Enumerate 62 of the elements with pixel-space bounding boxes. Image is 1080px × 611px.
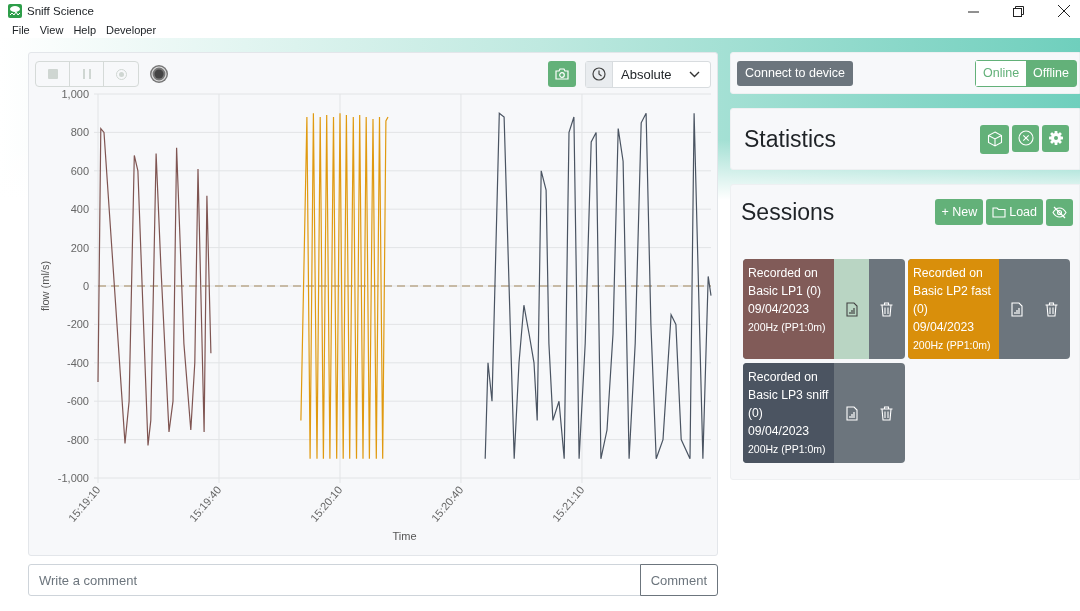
session-card[interactable]: Recorded on Basic LP3 sniff (0) 09/04/2023 200Hz (PP1:0m) [743,363,905,463]
settings-button[interactable] [1042,124,1069,152]
window-title: Sniff Science [27,5,94,17]
session-title: Recorded on Basic LP2 fast (0) [913,265,992,318]
panel-heading: Sessions [741,198,835,226]
session-info: 200Hz (PP1:0m) [748,442,827,457]
caret-icon [689,70,700,78]
session-info: 200Hz (PP1:0m) [748,320,827,335]
cube-icon [986,131,1003,147]
eye-slash-icon [1052,205,1067,219]
report-button[interactable] [834,259,869,359]
close-icon[interactable] [1058,5,1070,17]
axis-title: Time [392,530,417,542]
axis-title: flow (ml/s) [39,260,51,312]
restore-icon[interactable] [1013,5,1024,17]
trash-icon [1045,301,1058,317]
axis-tick-label: 800 [70,126,89,139]
trash-icon [880,301,893,317]
cube-button[interactable] [980,124,1009,154]
axis-tick-label: -600 [66,395,89,408]
stop-icon [47,69,58,79]
comment-field[interactable]: Write a comment [28,564,641,596]
chart-file-icon [1010,301,1023,317]
pause-icon [82,69,91,79]
comment-button[interactable]: Comment [639,564,718,596]
menu-item[interactable]: File [12,24,30,36]
axis-tick-label: -400 [66,356,89,369]
app-logo-icon [8,4,22,18]
settings-icon [1048,131,1063,145]
hide-button[interactable] [1046,198,1073,226]
session-date: 09/04/2023 [748,301,810,318]
axis-tick-label: 200 [70,241,89,254]
axis-tick-label: 600 [70,164,89,177]
camera-icon [555,68,569,80]
axis-tick-label: 0 [82,280,89,292]
select-value: Absolute [621,66,672,82]
axis-tick-label: -800 [66,433,89,446]
session-card[interactable]: Recorded on Basic LP1 (0) 09/04/2023 200Hz (PP1:0m) [743,259,905,359]
session-date: 09/04/2023 [913,319,975,336]
connect-button[interactable]: Connect to device [737,60,854,86]
session-info: 200Hz (PP1:0m) [913,338,992,353]
camera-button[interactable] [548,61,576,87]
chart-file-icon [845,301,858,317]
axis-tick-label: -200 [66,318,89,331]
axis-tick-label: 1,000 [61,88,89,100]
close-circle-icon [1017,130,1034,146]
panel-heading: Statistics [744,125,837,153]
axis-tick-label: 400 [70,203,89,216]
menu-item[interactable]: Help [73,24,96,36]
session-title: Recorded on Basic LP3 sniff (0) [748,369,829,422]
clear-button[interactable] [1012,124,1039,152]
time-mode-select[interactable]: Absolute [585,60,711,88]
axis-tick-label: -1,000 [57,472,89,484]
session-title: Recorded on Basic LP1 (0) [748,265,823,300]
menu-item[interactable]: Developer [106,24,157,36]
session-date: 09/04/2023 [748,423,810,440]
trash-icon [880,405,893,421]
clock-icon [592,67,606,81]
chart-file-icon [845,405,858,421]
folder-icon [992,205,1007,218]
record-icon [115,68,127,80]
menu-item[interactable]: View [39,24,64,36]
